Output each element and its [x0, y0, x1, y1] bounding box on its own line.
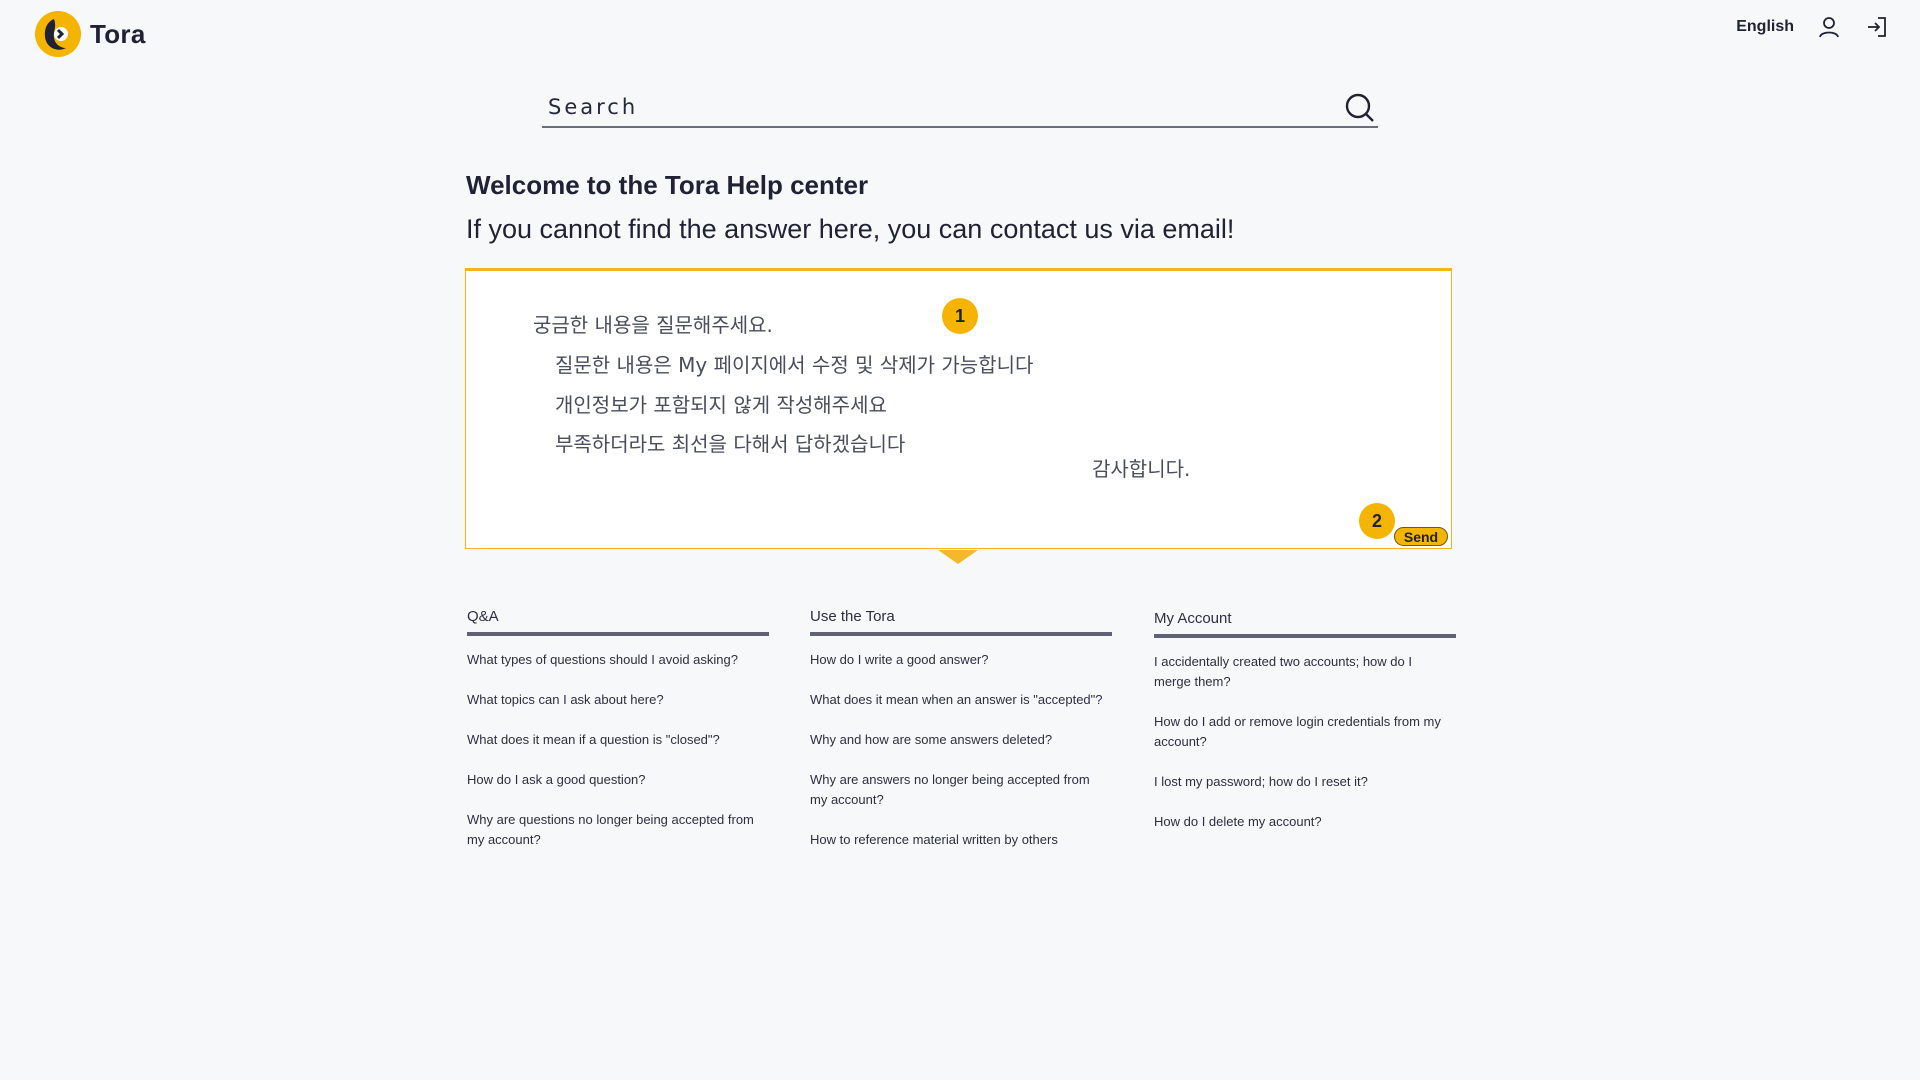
- question-placeholder-line: 개인정보가 포함되지 않게 작성해주세요: [555, 393, 887, 417]
- faq-link[interactable]: Why are questions no longer being accept…: [467, 810, 761, 850]
- page-title: Welcome to the Tora Help center: [466, 170, 869, 200]
- send-button[interactable]: Send: [1394, 527, 1448, 546]
- top-bar: Tora English: [0, 0, 1920, 70]
- user-icon[interactable]: [1816, 14, 1842, 40]
- faq-link[interactable]: How to reference material written by oth…: [810, 830, 1104, 850]
- search-icon[interactable]: [1344, 92, 1376, 124]
- faq-column-title: Use the Tora: [810, 608, 1112, 636]
- faq-link[interactable]: Why and how are some answers deleted?: [810, 730, 1104, 750]
- faq-link[interactable]: How do I delete my account?: [1154, 812, 1448, 832]
- faq-link[interactable]: I lost my password; how do I reset it?: [1154, 772, 1448, 792]
- question-box-pointer: [938, 550, 978, 564]
- faq-column-title: Q&A: [467, 608, 769, 636]
- header-actions: English: [1736, 14, 1890, 40]
- page-subtitle: If you cannot find the answer here, you …: [466, 214, 1235, 244]
- faq-link[interactable]: What topics can I ask about here?: [467, 690, 761, 710]
- faq-link[interactable]: How do I ask a good question?: [467, 770, 761, 790]
- faq-link[interactable]: I accidentally created two accounts; how…: [1154, 652, 1448, 692]
- sign-in-icon[interactable]: [1864, 14, 1890, 40]
- faq-column-qa: Q&A What types of questions should I avo…: [467, 608, 769, 850]
- faq-link[interactable]: What does it mean if a question is "clos…: [467, 730, 761, 750]
- faq-link[interactable]: What does it mean when an answer is "acc…: [810, 690, 1104, 710]
- faq-column-title: My Account: [1154, 610, 1456, 638]
- step-badge-2: 2: [1359, 503, 1395, 539]
- step-badge-1: 1: [942, 298, 978, 334]
- brand-logo[interactable]: Tora: [34, 10, 146, 58]
- brand-name: Tora: [90, 18, 146, 49]
- faq-link[interactable]: Why are answers no longer being accepted…: [810, 770, 1104, 810]
- faq-column-my-account: My Account I accidentally created two ac…: [1154, 610, 1456, 832]
- faq-column-use-tora: Use the Tora How do I write a good answe…: [810, 608, 1112, 850]
- search-input[interactable]: [542, 88, 1330, 126]
- question-placeholder-line: 궁금한 내용을 질문해주세요.: [533, 313, 773, 337]
- language-selector[interactable]: English: [1736, 18, 1794, 36]
- question-placeholder-line: 부족하더라도 최선을 다해서 답하겠습니다: [555, 432, 906, 456]
- tora-logo-icon: [35, 11, 81, 57]
- search-bar: [542, 88, 1378, 128]
- question-placeholder-line: 감사합니다.: [1092, 457, 1191, 481]
- faq-link[interactable]: How do I write a good answer?: [810, 650, 1104, 670]
- faq-link[interactable]: What types of questions should I avoid a…: [467, 650, 761, 670]
- question-placeholder-line: 질문한 내용은 My 페이지에서 수정 및 삭제가 가능합니다: [555, 353, 1034, 377]
- faq-link[interactable]: How do I add or remove login credentials…: [1154, 712, 1448, 752]
